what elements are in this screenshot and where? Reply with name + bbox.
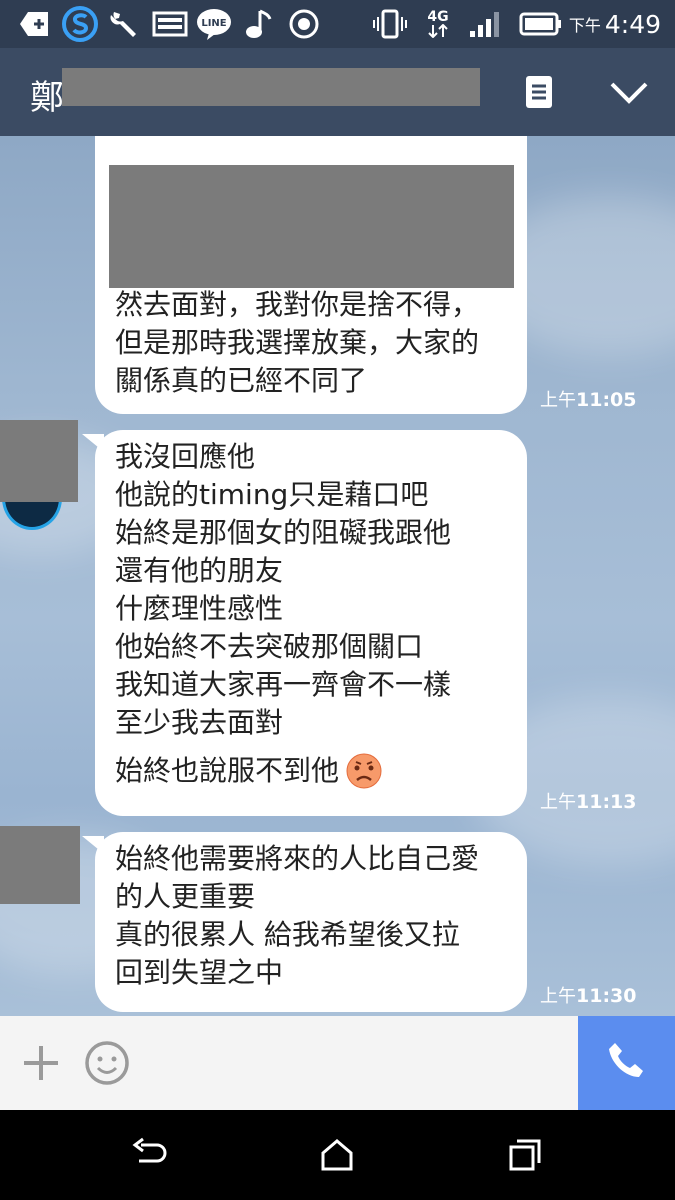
message-time-1: 上午11:05 (540, 386, 636, 412)
notes-icon[interactable] (522, 72, 560, 112)
time-prefix: 上午 (540, 986, 576, 1007)
music-icon (240, 6, 276, 42)
line-icon: LINE (194, 6, 234, 42)
recents-icon[interactable] (500, 1130, 550, 1180)
network-4g-icon: 4G (420, 6, 456, 42)
message-line: 始終他需要將來的人比自己愛 (115, 842, 480, 875)
status-time-prefix: 下午 (568, 16, 601, 35)
network-label: 4G (427, 9, 449, 25)
wrench-icon (106, 6, 142, 42)
message-line: 我知道大家再一齊會不一樣 (115, 668, 452, 701)
redacted-content (109, 165, 514, 288)
chat-title[interactable]: 鄭 (30, 70, 64, 119)
status-time: 下午 4:49 (569, 6, 661, 42)
message-bubble-1[interactable]: 然去面對，我對你是捨不得， 但是那時我選擇放棄，大家的 關係真的已經不同了 (95, 136, 527, 414)
chevron-down-icon[interactable] (608, 76, 652, 112)
record-icon (286, 6, 322, 42)
home-icon[interactable] (312, 1130, 362, 1180)
plus-icon[interactable] (20, 1042, 64, 1086)
sad-face-emoji (345, 752, 383, 790)
message-line: 的人更重要 (115, 880, 256, 913)
message-line: 還有他的朋友 (115, 554, 284, 587)
message-line: 真的很累人 給我希望後又拉 (115, 918, 460, 951)
message-line: 但是那時我選擇放棄，大家的 (115, 326, 480, 359)
message-bubble-3[interactable]: 始終他需要將來的人比自己愛 的人更重要 真的很累人 給我希望後又拉 回到失望之中 (95, 832, 527, 1012)
message-time-2: 上午11:13 (540, 788, 636, 814)
message-line: 關係真的已經不同了 (115, 364, 368, 397)
time-value: 11:13 (576, 791, 637, 813)
image-icon (150, 6, 190, 42)
s-app-icon (60, 6, 100, 42)
message-line: 什麼理性感性 (115, 592, 284, 625)
message-line: 他始終不去突破那個關口 (115, 630, 424, 663)
message-line: 然去面對，我對你是捨不得， (115, 288, 480, 321)
battery-icon (518, 6, 564, 42)
chat-area[interactable]: 然去面對，我對你是捨不得， 但是那時我選擇放棄，大家的 關係真的已經不同了 上午… (0, 136, 675, 1016)
navigation-bar (0, 1110, 675, 1200)
redacted-avatar (0, 420, 78, 502)
vibrate-icon (372, 6, 408, 42)
line-label: LINE (201, 18, 226, 29)
status-time-value: 4:49 (604, 9, 661, 39)
add-box-icon (16, 6, 52, 42)
message-line: 他說的timing只是藉口吧 (115, 478, 429, 511)
message-line: 我沒回應他 (115, 440, 256, 473)
message-line: 至少我去面對 (115, 706, 284, 739)
back-icon[interactable] (124, 1130, 174, 1180)
message-line: 始終也說服不到他 (115, 754, 340, 787)
time-value: 11:05 (576, 389, 637, 411)
status-bar: LINE 4G 下午 4:49 (0, 0, 675, 48)
time-prefix: 上午 (540, 792, 576, 813)
input-bar (0, 1016, 675, 1110)
message-bubble-2[interactable]: 我沒回應他 他說的timing只是藉口吧 始終是那個女的阻礙我跟他 還有他的朋友… (95, 430, 527, 816)
time-value: 11:30 (576, 985, 637, 1007)
message-line: 始終是那個女的阻礙我跟他 (115, 516, 452, 549)
redacted-name (62, 68, 480, 106)
message-line: 回到失望之中 (115, 956, 284, 989)
chat-header: 鄭 (0, 48, 675, 136)
emoji-icon[interactable] (84, 1040, 132, 1088)
message-line-with-emoji: 始終也說服不到他 (115, 752, 507, 790)
call-button[interactable] (578, 1016, 675, 1110)
time-prefix: 上午 (540, 390, 576, 411)
message-time-3: 上午11:30 (540, 982, 636, 1008)
signal-icon (466, 6, 506, 42)
redacted-avatar (0, 826, 80, 904)
phone-icon (605, 1039, 649, 1087)
